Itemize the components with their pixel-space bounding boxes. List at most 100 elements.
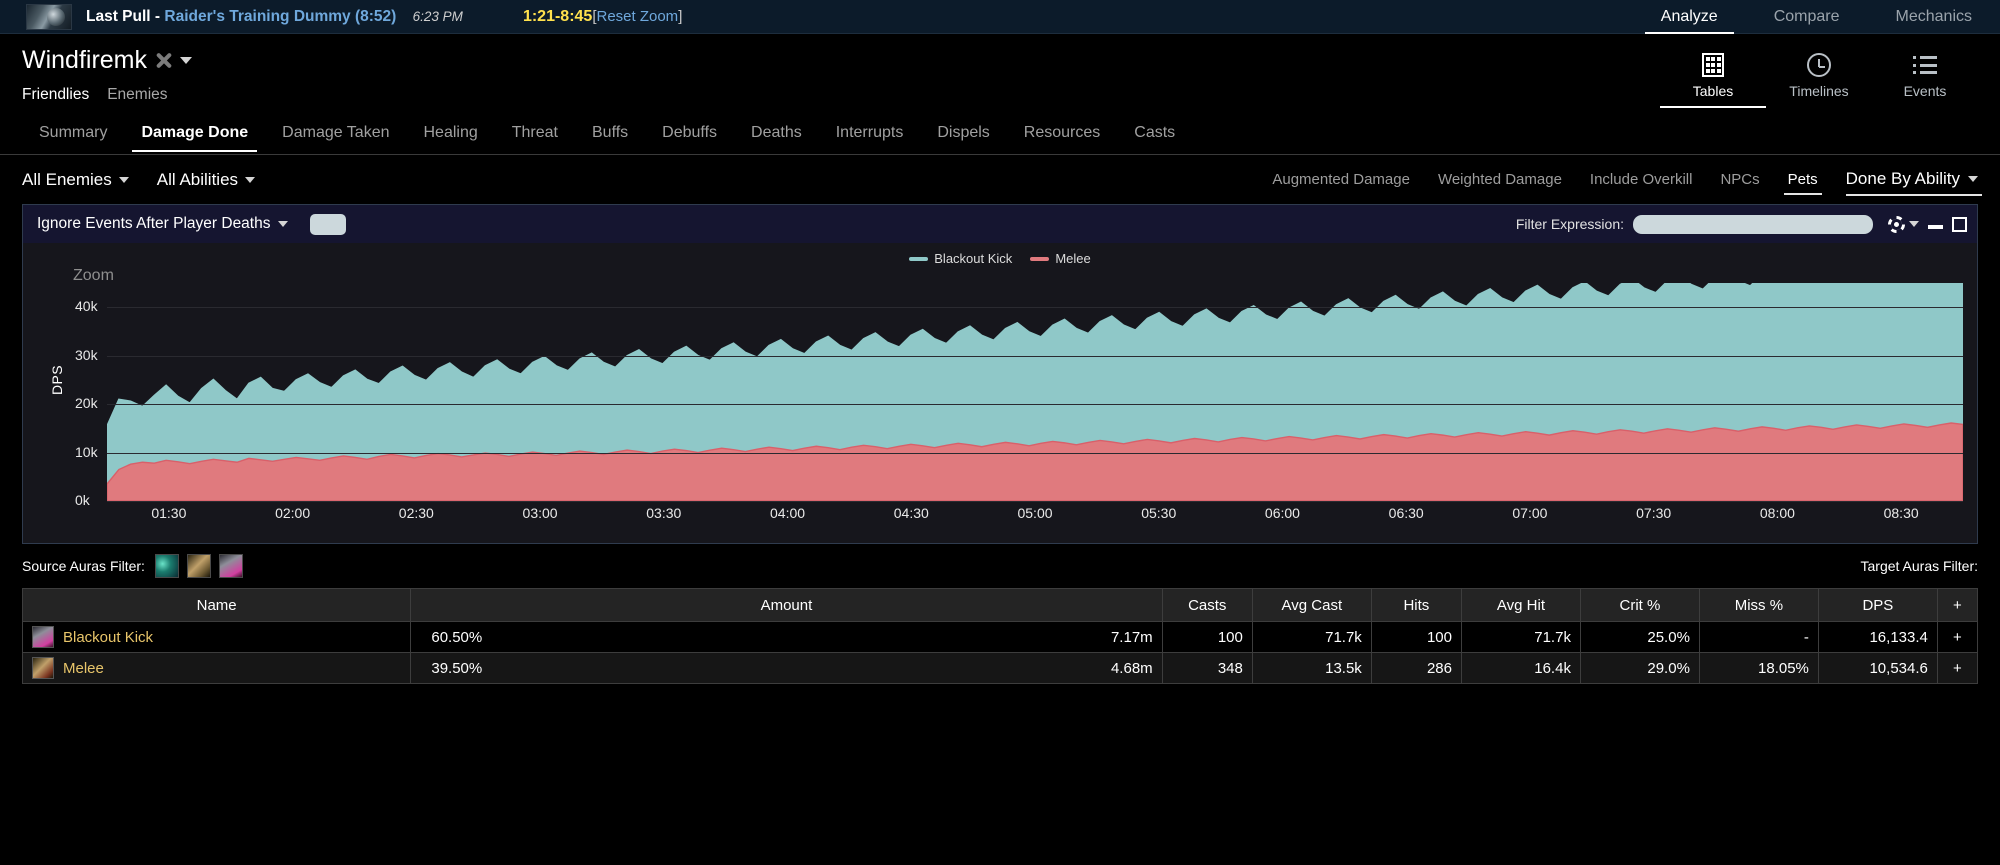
tab-debuffs[interactable]: Debuffs — [645, 115, 734, 152]
tab-healing[interactable]: Healing — [406, 115, 494, 152]
cell-expand[interactable]: + — [1936, 621, 1979, 653]
table-row[interactable]: Blackout Kick 60.50% 7.17m 100 71.7k 100 71.7k… — [21, 621, 1979, 653]
toggle-include-overkill[interactable]: Include Overkill — [1576, 161, 1707, 199]
tab-interrupts[interactable]: Interrupts — [819, 115, 921, 152]
maximize-icon[interactable] — [1952, 216, 1967, 232]
x-tick-08-00: 08:00 — [1759, 505, 1795, 521]
view-tables[interactable]: Tables — [1660, 44, 1766, 108]
filter-expression-input[interactable] — [1633, 214, 1873, 234]
x-tick-01-30: 01:30 — [151, 505, 187, 521]
col-expand[interactable]: + — [1936, 588, 1979, 622]
aura-icon-gold[interactable] — [186, 554, 211, 578]
col-amount[interactable]: Amount — [410, 588, 1163, 622]
col-dps[interactable]: DPS — [1817, 588, 1938, 622]
player-header: Windfiremk Friendlies Enemies Tables Tim… — [0, 34, 2000, 112]
tab-resources[interactable]: Resources — [1007, 115, 1117, 152]
table-row[interactable]: Melee 39.50% 4.68m 348 13.5k 286 16.4k 29.0% 18.… — [21, 652, 1979, 684]
chart-panel: Ignore Events After Player Deaths Filter… — [22, 204, 1978, 544]
chevron-down-icon — [118, 176, 129, 183]
topnav-analyze-label: Analyze — [1660, 8, 1718, 25]
y-tick-0k: 0k — [75, 492, 90, 508]
x-tick-02-30: 02:30 — [398, 505, 434, 521]
ignore-events-label: Ignore Events After Player Deaths — [37, 215, 271, 232]
cell-hits: 286 — [1370, 652, 1462, 684]
tab-threat[interactable]: Threat — [495, 115, 575, 152]
topnav-analyze[interactable]: Analyze — [1633, 0, 1746, 34]
enemies-filter-dropdown[interactable]: All Enemies — [22, 170, 129, 190]
tab-dispels[interactable]: Dispels — [920, 115, 1006, 152]
abilities-filter-dropdown[interactable]: All Abilities — [156, 169, 256, 190]
toolbar-swatch-button[interactable] — [310, 213, 347, 235]
y-tick-40k: 40k — [75, 298, 98, 315]
legend-blackout-kick[interactable]: Blackout Kick — [909, 251, 1012, 266]
amount-total: 7.17m — [1110, 628, 1153, 646]
chevron-down-icon[interactable] — [180, 57, 193, 64]
toggle-pets[interactable]: Pets — [1774, 161, 1832, 199]
cell-crit-pct: 25.0% — [1579, 621, 1700, 653]
boss-name-link[interactable]: Raider's Training Dummy (8:52) — [164, 8, 396, 25]
pull-clock-time: 6:23 PM — [412, 8, 463, 24]
filter-bar: All Enemies All Abilities Augmented Dama… — [0, 155, 2000, 204]
col-hits[interactable]: Hits — [1370, 588, 1462, 622]
cell-name: Melee — [21, 652, 412, 684]
topnav-mechanics[interactable]: Mechanics — [1868, 0, 2000, 34]
chart-settings-button[interactable] — [1888, 215, 1919, 233]
x-tick-02-00: 02:00 — [275, 505, 311, 521]
col-avg-hit[interactable]: Avg Hit — [1460, 588, 1581, 622]
col-name[interactable]: Name — [21, 588, 412, 622]
y-tick-10k: 10k — [75, 443, 98, 460]
ability-name-link[interactable]: Blackout Kick — [63, 629, 153, 646]
blackout-kick-icon — [32, 626, 54, 648]
col-crit-pct[interactable]: Crit % — [1579, 588, 1700, 622]
x-tick-07-00: 07:00 — [1512, 505, 1548, 521]
topnav-compare[interactable]: Compare — [1746, 0, 1868, 34]
cell-dps: 10,534.6 — [1817, 652, 1938, 684]
abilities-filter-label: All Abilities — [156, 169, 239, 189]
x-tick-08-30: 08:30 — [1883, 505, 1919, 521]
ability-name-link[interactable]: Melee — [63, 660, 104, 677]
view-events[interactable]: Events — [1872, 44, 1978, 108]
gridline — [107, 307, 1963, 309]
toggle-npcs[interactable]: NPCs — [1706, 161, 1773, 199]
done-by-ability-dropdown[interactable]: Done By Ability — [1832, 159, 1983, 200]
chart-toolbar: Ignore Events After Player Deaths Filter… — [23, 205, 1977, 243]
page-title: Windfiremk — [22, 46, 148, 74]
y-tick-30k: 30k — [75, 346, 98, 363]
toggle-weighted-damage[interactable]: Weighted Damage — [1424, 161, 1576, 199]
tab-buffs[interactable]: Buffs — [575, 115, 645, 152]
chart-plot-area[interactable] — [107, 283, 1963, 502]
col-miss-pct[interactable]: Miss % — [1698, 588, 1819, 622]
side-link-enemies[interactable]: Enemies — [107, 86, 167, 104]
main-tab-bar: Summary Damage Done Damage Taken Healing… — [0, 112, 2000, 155]
legend-melee[interactable]: Melee — [1030, 251, 1091, 266]
ignore-events-dropdown[interactable]: Ignore Events After Player Deaths — [37, 215, 289, 233]
toggle-augmented-damage[interactable]: Augmented Damage — [1258, 161, 1424, 199]
cell-miss-pct: 18.05% — [1698, 652, 1819, 684]
reset-zoom-link[interactable]: Reset Zoom — [596, 8, 678, 25]
tab-casts[interactable]: Casts — [1117, 115, 1192, 152]
col-avg-cast[interactable]: Avg Cast — [1251, 588, 1372, 622]
col-casts[interactable]: Casts — [1161, 588, 1253, 622]
source-auras-filter-label: Source Auras Filter: — [22, 558, 145, 574]
tab-deaths[interactable]: Deaths — [734, 115, 819, 152]
view-timelines[interactable]: Timelines — [1766, 44, 1872, 108]
cell-avg-cast: 71.7k — [1251, 621, 1372, 653]
chevron-down-icon — [1968, 176, 1978, 182]
tab-damage-done[interactable]: Damage Done — [124, 115, 265, 152]
cell-avg-hit: 71.7k — [1460, 621, 1581, 653]
done-by-ability-label: Done By Ability — [1845, 169, 1960, 188]
side-link-friendlies[interactable]: Friendlies — [22, 86, 89, 104]
tab-summary[interactable]: Summary — [22, 115, 124, 152]
dps-chart[interactable]: Blackout Kick Melee Zoom DPS 0k 10k 20k 30k… — [23, 243, 1977, 543]
table-body: Blackout Kick 60.50% 7.17m 100 71.7k 100 71.7k… — [21, 621, 1979, 684]
enemies-filter-label: All Enemies — [22, 169, 112, 189]
cell-hits: 100 — [1370, 621, 1462, 653]
minimize-icon[interactable] — [1928, 225, 1943, 229]
tab-damage-taken[interactable]: Damage Taken — [265, 115, 406, 152]
cell-expand[interactable]: + — [1936, 652, 1979, 684]
x-tick-05-30: 05:30 — [1141, 505, 1177, 521]
view-navigation: Tables Timelines Events — [1660, 44, 1978, 108]
aura-icon-pink[interactable] — [218, 554, 243, 578]
cell-miss-pct: - — [1698, 621, 1819, 653]
aura-icon-teal[interactable] — [154, 554, 179, 578]
